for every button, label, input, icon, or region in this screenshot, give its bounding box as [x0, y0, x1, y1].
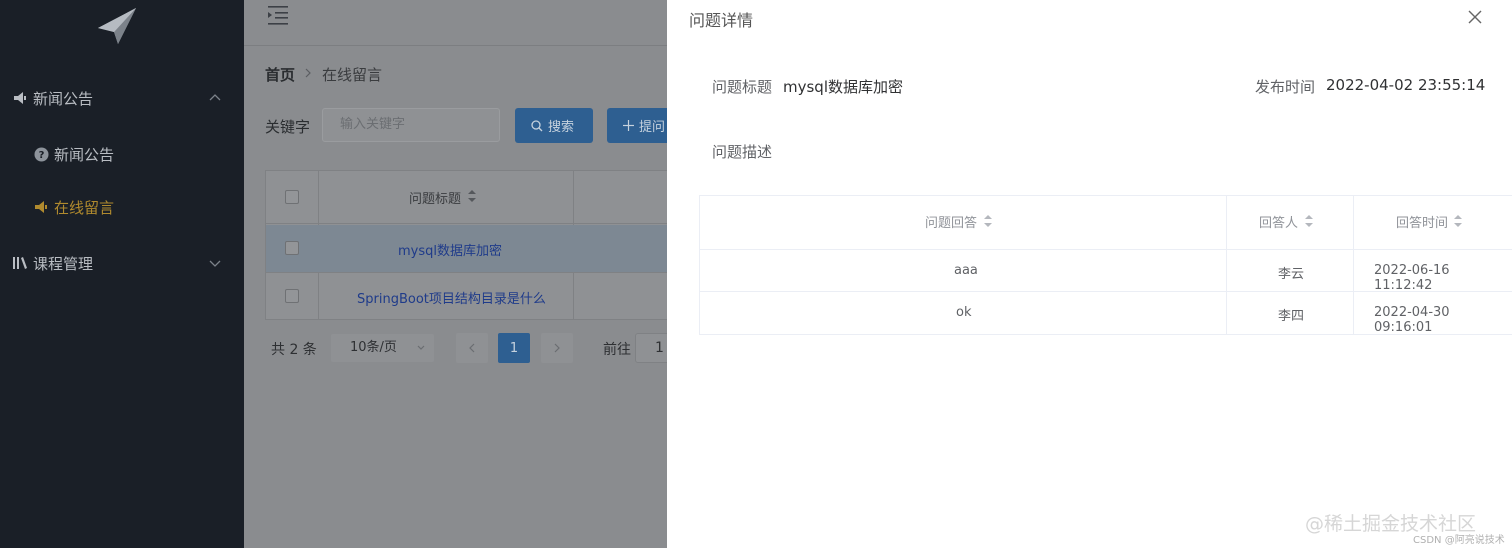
- question-title-link[interactable]: mysql数据库加密: [398, 240, 502, 259]
- watermark-sub: CSDN @阿亮说技术: [1413, 535, 1505, 546]
- svg-text:?: ?: [38, 150, 44, 161]
- column-header-answer-time[interactable]: 回答时间: [1396, 212, 1448, 231]
- sidebar-item-label: 在线留言: [54, 198, 115, 217]
- answer-time-cell: 2022-04-30 09:16:01: [1374, 305, 1450, 335]
- menu-group-label: 课程管理: [33, 254, 94, 273]
- megaphone-icon: [12, 90, 28, 106]
- paper-plane-logo-icon: [98, 8, 136, 44]
- search-icon: [531, 119, 543, 131]
- sort-icon[interactable]: [983, 214, 993, 228]
- publish-time-value: 2022-04-02 23:55:14: [1326, 76, 1486, 94]
- chevron-right-icon: [305, 68, 311, 78]
- select-all-checkbox[interactable]: [285, 190, 299, 204]
- plus-icon: [623, 120, 634, 131]
- question-title-label: 问题标题: [712, 78, 773, 96]
- chevron-down-icon: [417, 345, 425, 350]
- chevron-right-icon: [554, 343, 560, 353]
- search-button-label: 搜索: [548, 120, 575, 135]
- chevron-left-icon: [469, 343, 475, 353]
- question-title-value: mysql数据库加密: [783, 78, 903, 96]
- column-divider: [1226, 195, 1227, 335]
- row-checkbox[interactable]: [285, 241, 299, 255]
- menu-group-course[interactable]: 课程管理: [0, 243, 244, 283]
- books-icon: [12, 255, 28, 271]
- next-page-button[interactable]: [541, 333, 573, 363]
- question-title-link[interactable]: SpringBoot项目结构目录是什么: [357, 288, 546, 307]
- page-number-current[interactable]: 1: [498, 333, 530, 363]
- collapse-menu-icon[interactable]: [267, 4, 289, 26]
- menu-group-label: 新闻公告: [33, 89, 94, 108]
- sidebar-item-news[interactable]: ? 新闻公告: [0, 134, 244, 174]
- column-header-answer[interactable]: 问题回答: [925, 212, 977, 231]
- row-divider: [699, 249, 1512, 250]
- answerer-cell: 李四: [1278, 309, 1305, 324]
- breadcrumb-home[interactable]: 首页: [265, 64, 295, 85]
- page-size-value: 10条/页: [350, 340, 397, 355]
- prev-page-button[interactable]: [456, 333, 488, 363]
- page-size-select[interactable]: 10条/页: [330, 333, 435, 363]
- answer-cell: ok: [956, 305, 972, 320]
- column-header-title[interactable]: 问题标题: [409, 188, 461, 207]
- keyword-input[interactable]: 输入关键字: [322, 108, 500, 142]
- question-circle-icon: ?: [33, 146, 49, 162]
- goto-label: 前往: [603, 342, 631, 358]
- question-detail-drawer: 问题详情 问题标题 mysql数据库加密 发布时间 2022-04-02 23:…: [667, 0, 1512, 548]
- sort-icon[interactable]: [1304, 214, 1314, 228]
- row-divider: [266, 272, 675, 273]
- question-description-label: 问题描述: [712, 143, 773, 161]
- answer-cell: aaa: [954, 263, 978, 278]
- sidebar-item-online-message[interactable]: 在线留言: [0, 187, 244, 227]
- column-header-answerer[interactable]: 回答人: [1259, 212, 1298, 231]
- sidebar-item-label: 新闻公告: [54, 145, 115, 164]
- search-button[interactable]: 搜索: [515, 108, 593, 143]
- sort-icon[interactable]: [467, 189, 477, 203]
- chevron-up-icon: [209, 94, 221, 101]
- menu-group-news[interactable]: 新闻公告: [0, 78, 244, 118]
- breadcrumb-current: 在线留言: [322, 66, 383, 84]
- close-icon[interactable]: [1467, 9, 1483, 25]
- ask-button-label: 提问: [639, 120, 666, 135]
- sidebar: 新闻公告 ? 新闻公告 在线留言 课程管理: [0, 0, 244, 548]
- answerer-cell: 李云: [1278, 267, 1305, 282]
- row-checkbox[interactable]: [285, 289, 299, 303]
- megaphone-icon: [33, 199, 49, 215]
- publish-time-label: 发布时间: [1255, 78, 1316, 96]
- answer-time-cell: 2022-06-16 11:12:42: [1374, 263, 1450, 293]
- column-divider: [1353, 195, 1354, 335]
- pager-total: 共 2 条: [271, 342, 317, 358]
- drawer-title: 问题详情: [689, 11, 754, 30]
- chevron-down-icon: [209, 260, 221, 267]
- sort-icon[interactable]: [1453, 214, 1463, 228]
- keyword-label: 关键字: [265, 118, 311, 136]
